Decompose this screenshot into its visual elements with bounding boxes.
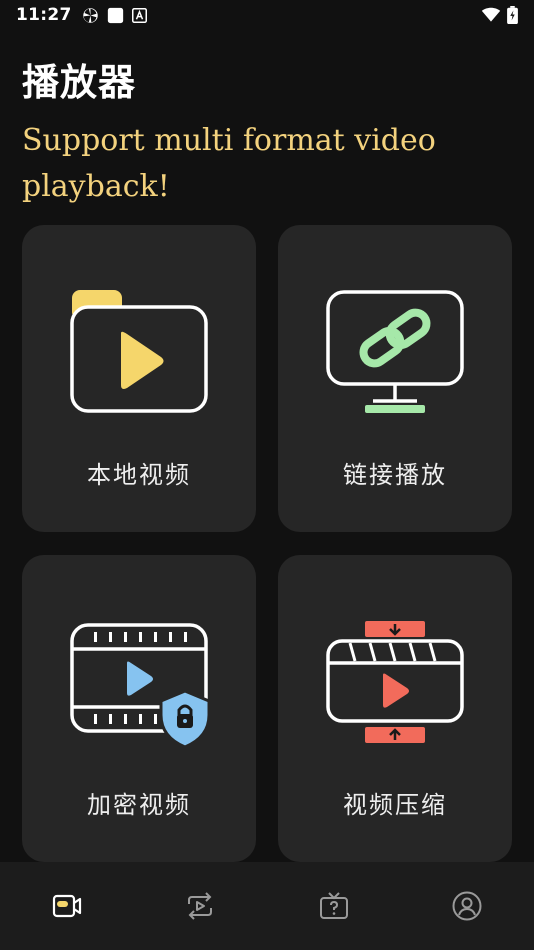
encrypted-film-icon	[70, 623, 211, 749]
nav-item-video[interactable]	[0, 862, 134, 950]
convert-icon	[188, 892, 213, 920]
battery-icon	[507, 6, 518, 24]
status-bar: 11:27	[0, 0, 534, 30]
video-camera-icon	[52, 894, 81, 918]
wifi-icon	[481, 7, 501, 22]
slogan-text: Support multi format video playback!	[22, 123, 436, 204]
video-compress-icon	[326, 621, 464, 743]
pinwheel-icon	[82, 7, 98, 23]
card-label-local-video: 本地视频	[87, 461, 191, 489]
status-notification-icons	[82, 7, 147, 24]
nav-item-profile[interactable]	[401, 862, 534, 950]
bottom-nav	[0, 862, 534, 950]
video-compress-card[interactable]: 视频压缩	[278, 555, 512, 862]
card-label-encrypted-video: 加密视频	[87, 791, 191, 819]
page-title: 播放器	[22, 61, 136, 104]
status-time: 11:27	[16, 5, 72, 25]
a-badge-icon	[131, 7, 147, 23]
local-video-card[interactable]: 本地视频	[22, 225, 256, 532]
folder-video-icon	[70, 290, 208, 413]
encrypted-video-card[interactable]: 加密视频	[22, 555, 256, 862]
nav-item-convert[interactable]	[134, 862, 268, 950]
status-system-icons	[481, 6, 518, 24]
card-label-video-compress: 视频压缩	[343, 791, 447, 819]
link-playback-card[interactable]: 链接播放	[278, 225, 512, 532]
tv-help-icon	[319, 892, 348, 919]
profile-icon	[452, 891, 482, 921]
card-label-link-playback: 链接播放	[343, 461, 447, 489]
nav-item-tv[interactable]	[267, 862, 401, 950]
monitor-link-icon	[326, 290, 464, 413]
square-app-icon	[107, 7, 123, 23]
